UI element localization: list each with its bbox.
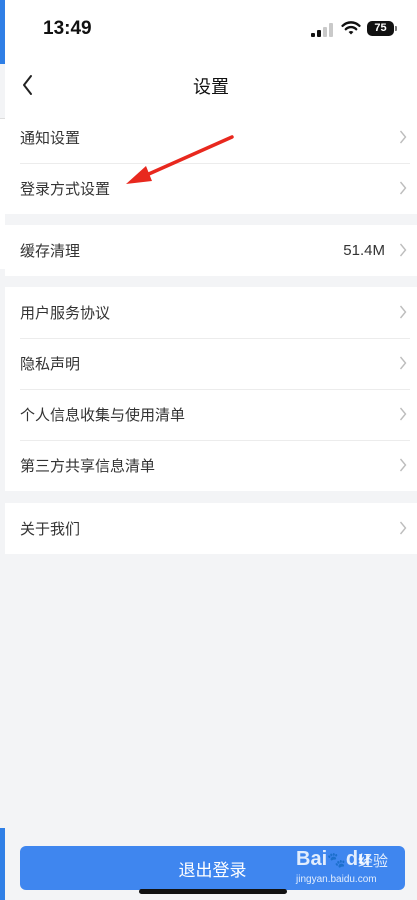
settings-group-notifications: 通知设置 登录方式设置: [5, 112, 417, 214]
chevron-right-icon: [399, 305, 407, 319]
settings-item-about-us[interactable]: 关于我们: [5, 503, 417, 554]
watermark-cn: 经验: [358, 853, 389, 870]
chevron-right-icon: [399, 521, 407, 535]
settings-item-third-party-sharing[interactable]: 第三方共享信息清单: [5, 440, 417, 491]
cellular-signal-icon: [311, 23, 333, 37]
nav-bar: 设置: [5, 60, 417, 112]
settings-item-label: 关于我们: [20, 521, 81, 538]
wifi-icon: [341, 21, 361, 35]
paw-icon: 🐾: [327, 852, 346, 869]
background-screen-strip: [0, 828, 5, 900]
cache-size-value: 51.4M: [343, 242, 385, 259]
status-time: 13:49: [43, 18, 92, 39]
chevron-right-icon: [399, 356, 407, 370]
chevron-right-icon: [399, 458, 407, 472]
chevron-right-icon: [399, 243, 407, 257]
settings-item-label: 登录方式设置: [20, 181, 111, 198]
settings-item-login-method[interactable]: 登录方式设置: [5, 163, 417, 214]
settings-item-label: 第三方共享信息清单: [20, 458, 156, 475]
battery-icon: 75: [367, 21, 394, 36]
settings-group-about: 关于我们: [5, 503, 417, 554]
settings-item-user-agreement[interactable]: 用户服务协议: [5, 287, 417, 338]
home-indicator: [139, 889, 287, 894]
chevron-right-icon: [399, 130, 407, 144]
settings-item-label: 通知设置: [20, 130, 81, 147]
status-bar: 13:49 75: [5, 0, 417, 60]
settings-item-notifications[interactable]: 通知设置: [5, 112, 417, 163]
watermark-url: jingyan.baidu.com: [296, 874, 377, 885]
settings-item-label: 用户服务协议: [20, 305, 111, 322]
settings-item-privacy-statement[interactable]: 隐私声明: [5, 338, 417, 389]
settings-group-cache: 缓存清理 51.4M: [5, 225, 417, 276]
settings-item-label: 隐私声明: [20, 356, 81, 373]
chevron-right-icon: [399, 407, 407, 421]
settings-item-clear-cache[interactable]: 缓存清理 51.4M: [5, 225, 417, 276]
baidu-watermark: Bai🐾du 经验 jingyan.baidu.com: [296, 848, 396, 888]
battery-tip: [395, 26, 397, 31]
page-title: 设置: [193, 77, 229, 97]
settings-item-personal-info-list[interactable]: 个人信息收集与使用清单: [5, 389, 417, 440]
settings-group-legal: 用户服务协议 隐私声明 个人信息收集与使用清单 第三方共享信息清单: [5, 287, 417, 491]
chevron-right-icon: [399, 181, 407, 195]
settings-item-label: 个人信息收集与使用清单: [20, 407, 186, 424]
settings-item-label: 缓存清理: [20, 243, 81, 260]
